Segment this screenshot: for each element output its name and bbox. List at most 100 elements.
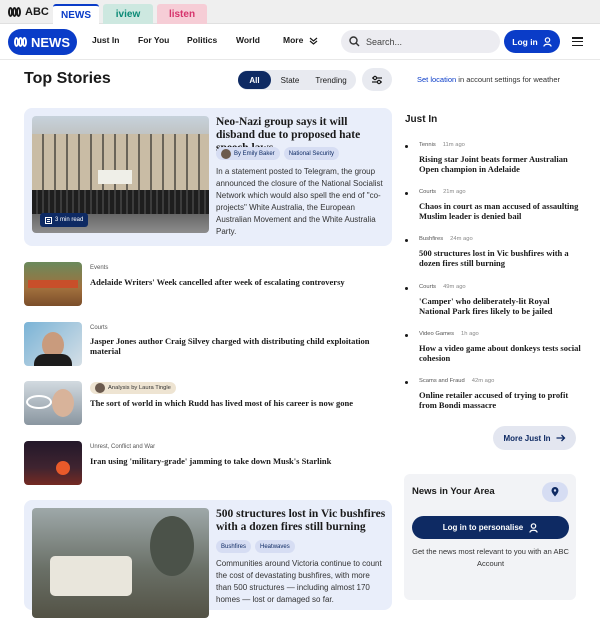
nav-more-label: More <box>283 35 304 45</box>
login-button[interactable]: Log in <box>504 30 560 53</box>
just-in-meta: Courts 49m ago <box>419 284 466 290</box>
just-in-age: 24m ago <box>450 236 473 242</box>
weather-prompt-text: in account settings for weather <box>456 75 561 84</box>
story-item[interactable]: Unrest, Conflict and War Iran using 'mil… <box>24 441 392 485</box>
bullet-icon <box>405 192 408 195</box>
search-input[interactable]: Search... <box>341 30 500 53</box>
nav-for-you[interactable]: For You <box>138 35 169 45</box>
site-header: NEWS Just In For You Politics World More… <box>0 24 600 60</box>
just-in-title[interactable]: 500 structures lost in Vic bushfires wit… <box>419 248 581 268</box>
network-strip: ABC NEWS iview listen <box>0 0 600 24</box>
just-in-age: 42m ago <box>471 378 495 384</box>
menu-icon[interactable] <box>572 37 583 46</box>
bullet-icon <box>405 287 408 290</box>
just-in-category: Video Games <box>419 331 455 337</box>
just-in-meta: Tennis 11m ago <box>419 142 465 148</box>
story-item[interactable]: Analysis by Laura Tingle The sort of wor… <box>24 381 392 425</box>
just-in-meta: Bushfires 24m ago <box>419 236 473 242</box>
abc-lissajous-icon <box>14 37 28 47</box>
story-thumbnail <box>24 381 82 425</box>
story-title[interactable]: Jasper Jones author Craig Silvey charged… <box>90 336 390 356</box>
story-item[interactable]: Courts Jasper Jones author Craig Silvey … <box>24 322 392 366</box>
author-avatar <box>95 383 105 393</box>
just-in-heading: Just In <box>405 114 438 125</box>
just-in-title[interactable]: Chaos in court as man accused of assault… <box>419 201 581 221</box>
topic-chip[interactable]: Bushfires <box>216 540 252 553</box>
just-in-category: Bushfires <box>419 236 444 242</box>
lead-story-summary: In a statement posted to Telegram, the g… <box>216 167 383 236</box>
nav-more[interactable]: More <box>283 35 318 45</box>
story-item[interactable]: Events Adelaide Writers' Week cancelled … <box>24 262 392 306</box>
tab-news[interactable]: NEWS <box>53 4 99 24</box>
abc-logo[interactable]: ABC <box>8 5 49 19</box>
filter-state[interactable]: State <box>276 71 304 89</box>
feature-story-title[interactable]: 500 structures lost in Vic bushfires wit… <box>216 508 386 534</box>
more-just-in-label: More Just In <box>503 433 551 443</box>
arrow-right-icon <box>556 434 565 442</box>
author-chip[interactable]: By Emily Baker <box>216 147 280 160</box>
topic-chip[interactable]: Heatwaves <box>255 540 295 553</box>
lead-story-card[interactable]: 3 min read Neo-Nazi group says it will d… <box>24 108 392 246</box>
story-thumbnail <box>24 441 82 485</box>
login-to-personalise-button[interactable]: Log in to personalise <box>412 516 569 539</box>
read-time-label: 3 min read <box>55 217 84 223</box>
tab-listen[interactable]: listen <box>157 4 207 24</box>
just-in-age: 49m ago <box>443 284 466 290</box>
just-in-title[interactable]: How a video game about donkeys tests soc… <box>419 343 581 363</box>
topic-chip[interactable]: National Security <box>283 147 340 160</box>
analysis-chip[interactable]: Analysis by Laura Tingle <box>90 382 176 394</box>
filter-trending[interactable]: Trending <box>310 71 352 89</box>
bullet-icon <box>405 381 408 384</box>
sliders-icon <box>372 75 382 84</box>
bullet-icon <box>405 334 408 337</box>
just-in-title[interactable]: 'Camper' who deliberately-lit Royal Nati… <box>419 296 581 316</box>
story-thumbnail <box>24 322 82 366</box>
story-title[interactable]: The sort of world in which Rudd has live… <box>90 398 390 408</box>
tab-iview[interactable]: iview <box>103 4 153 24</box>
story-title[interactable]: Adelaide Writers' Week cancelled after w… <box>90 277 390 287</box>
story-title[interactable]: Iran using 'military-grade' jamming to t… <box>90 456 390 466</box>
lead-story-image: 3 min read <box>32 116 209 233</box>
just-in-category: Courts <box>419 189 437 195</box>
search-placeholder: Search... <box>366 36 403 47</box>
location-pin-icon <box>551 487 559 497</box>
news-logo-text: NEWS <box>31 34 70 50</box>
bullet-icon <box>405 145 408 148</box>
just-in-title[interactable]: Rising star Joint beats former Australia… <box>419 154 581 174</box>
just-in-age: 1h ago <box>461 331 479 337</box>
login-to-personalise-label: Log in to personalise <box>442 523 524 532</box>
just-in-meta: Scams and Fraud 42m ago <box>419 378 494 384</box>
just-in-meta: Courts 21m ago <box>419 189 466 195</box>
abc-news-logo[interactable]: NEWS <box>8 29 77 55</box>
abc-logo-text: ABC <box>25 6 49 18</box>
nav-just-in[interactable]: Just In <box>92 35 119 45</box>
nav-politics[interactable]: Politics <box>187 35 217 45</box>
area-description: Get the news most relevant to you with a… <box>412 547 569 568</box>
set-location-link[interactable]: Set location <box>417 75 456 84</box>
user-icon <box>542 36 552 47</box>
bullet-icon <box>405 239 408 242</box>
area-title: News in Your Area <box>412 486 495 497</box>
news-in-your-area-panel: News in Your Area Log in to personalise … <box>404 474 576 600</box>
weather-prompt: Set location in account settings for wea… <box>417 75 560 84</box>
read-time-badge: 3 min read <box>40 213 89 227</box>
just-in-category: Tennis <box>419 142 436 148</box>
login-label: Log in <box>512 36 538 47</box>
just-in-age: 21m ago <box>443 189 466 195</box>
filter-settings-button[interactable] <box>362 68 392 91</box>
just-in-age: 11m ago <box>442 142 465 148</box>
story-thumbnail <box>24 262 82 306</box>
story-category: Courts <box>90 325 108 331</box>
just-in-title[interactable]: Online retailer accused of trying to pro… <box>419 390 581 410</box>
nav-world[interactable]: World <box>236 35 260 45</box>
feature-story-card[interactable]: 500 structures lost in Vic bushfires wit… <box>24 500 392 618</box>
location-button[interactable] <box>542 482 568 502</box>
chevron-down-icon <box>309 37 318 45</box>
abc-lissajous-icon <box>8 7 22 17</box>
filter-all[interactable]: All <box>238 71 271 89</box>
search-icon <box>349 36 360 47</box>
user-icon <box>529 522 539 533</box>
just-in-category: Courts <box>419 284 437 290</box>
more-just-in-button[interactable]: More Just In <box>493 426 576 450</box>
feature-story-summary: Communities around Victoria continue to … <box>216 559 382 604</box>
